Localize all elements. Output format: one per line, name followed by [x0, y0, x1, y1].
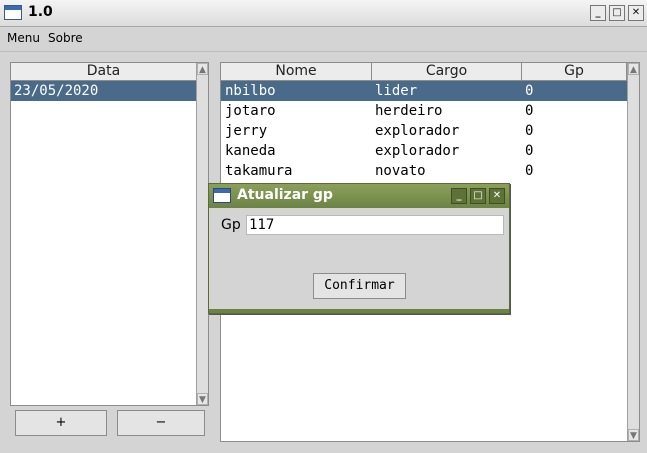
- cell-cargo: explorador: [375, 143, 460, 159]
- cell-nome: nbilbo: [225, 83, 276, 99]
- scroll-down-icon[interactable]: ▼: [197, 393, 208, 405]
- list-item[interactable]: 23/05/2020: [11, 81, 197, 101]
- close-icon[interactable]: ✕: [628, 5, 644, 21]
- table-row[interactable]: takamura novato 0: [221, 161, 627, 181]
- members-scrollbar[interactable]: ▲ ▼: [627, 63, 639, 441]
- menubar: Menu Sobre: [0, 27, 647, 52]
- table-row[interactable]: nbilbo lider 0: [221, 81, 627, 101]
- dates-list[interactable]: Data 23/05/2020 ▲ ▼: [10, 62, 209, 406]
- maximize-icon[interactable]: □: [470, 188, 486, 204]
- menu-item-sobre[interactable]: Sobre: [48, 31, 83, 45]
- cell-nome: jerry: [225, 123, 268, 139]
- dialog-titlebar[interactable]: Atualizar gp _ □ ✕: [209, 184, 509, 208]
- maximize-icon[interactable]: □: [609, 5, 625, 21]
- add-date-button[interactable]: +: [15, 410, 107, 436]
- cell-cargo: lider: [375, 83, 418, 99]
- table-row[interactable]: jerry explorador 0: [221, 121, 627, 141]
- cell-gp: 0: [525, 123, 534, 139]
- cell-nome: jotaro: [225, 103, 276, 119]
- cell-gp: 0: [525, 163, 534, 179]
- dates-scrollbar[interactable]: ▲ ▼: [196, 63, 208, 405]
- minimize-icon[interactable]: _: [451, 188, 467, 204]
- column-header-cargo[interactable]: Cargo: [372, 63, 522, 81]
- main-titlebar: 1.0 _ □ ✕: [0, 0, 647, 27]
- scroll-up-icon[interactable]: ▲: [197, 63, 208, 75]
- gp-label: Gp: [221, 217, 241, 233]
- menu-item-menu[interactable]: Menu: [7, 31, 40, 45]
- dialog-title: Atualizar gp: [237, 187, 333, 203]
- cell-cargo: herdeiro: [375, 103, 443, 119]
- cell-cargo: explorador: [375, 123, 460, 139]
- window-title: 1.0: [28, 4, 53, 20]
- cell-gp: 0: [525, 83, 534, 99]
- date-value: 23/05/2020: [14, 83, 99, 99]
- scroll-up-icon[interactable]: ▲: [628, 63, 639, 75]
- table-row[interactable]: kaneda explorador 0: [221, 141, 627, 161]
- window-icon: [4, 5, 22, 20]
- gp-input[interactable]: 117: [246, 215, 504, 235]
- cell-gp: 0: [525, 143, 534, 159]
- remove-date-button[interactable]: −: [117, 410, 205, 436]
- minimize-icon[interactable]: _: [590, 5, 606, 21]
- cell-cargo: novato: [375, 163, 426, 179]
- scroll-down-icon[interactable]: ▼: [628, 429, 639, 441]
- update-gp-dialog: Atualizar gp _ □ ✕ Gp 117 Confirmar: [208, 183, 510, 314]
- window-icon: [213, 188, 231, 203]
- confirm-button[interactable]: Confirmar: [313, 273, 406, 299]
- cell-gp: 0: [525, 103, 534, 119]
- table-row[interactable]: jotaro herdeiro 0: [221, 101, 627, 121]
- column-header-nome[interactable]: Nome: [221, 63, 372, 81]
- close-icon[interactable]: ✕: [489, 188, 505, 204]
- cell-nome: takamura: [225, 163, 293, 179]
- dialog-footer: [209, 309, 509, 313]
- column-header-data[interactable]: Data: [11, 63, 197, 81]
- cell-nome: kaneda: [225, 143, 276, 159]
- column-header-gp[interactable]: Gp: [522, 63, 627, 81]
